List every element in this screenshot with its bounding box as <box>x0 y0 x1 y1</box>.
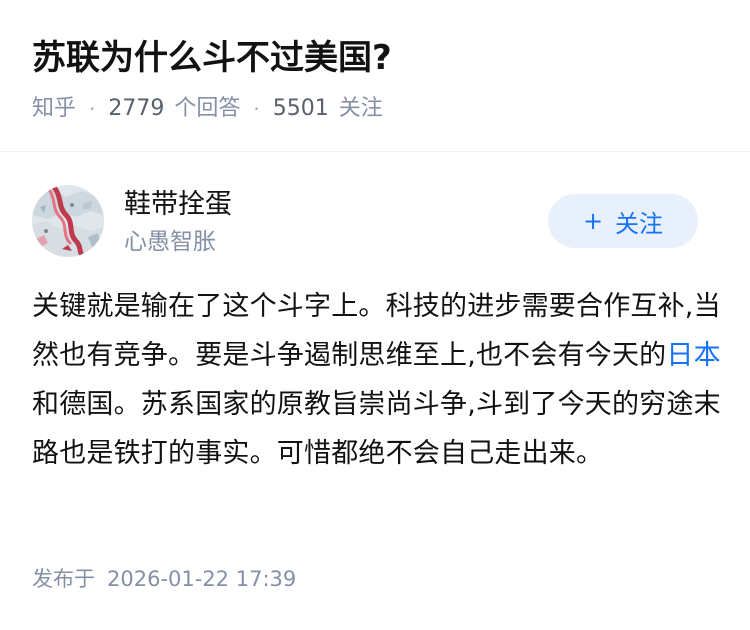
publish-label: 发布于 <box>32 567 95 591</box>
answer-text-part1: 关键就是输在了这个斗字上。科技的进步需要合作互补,当然也有竞争。要是斗争遏制思维… <box>32 291 721 371</box>
map-avatar-icon <box>32 185 104 257</box>
follower-count-label: 关注 <box>338 96 383 121</box>
follow-button-label: 关注 <box>615 209 664 238</box>
answer-count-label: 个回答 <box>174 96 241 121</box>
publish-time: 2026-01-22 17:39 <box>107 567 297 591</box>
answer-text-part2: 和德国。苏系国家的原教旨崇尚斗争,斗到了今天的穷途末路也是铁打的事实。可惜都绝不… <box>32 389 721 469</box>
header-divider <box>0 151 750 152</box>
answer-author-row: 鞋带拴蛋 心愚智胀 + 关注 <box>0 160 750 280</box>
follower-count: 5501 <box>272 96 329 121</box>
answer-content: 关键就是输在了这个斗字上。科技的进步需要合作互补,当然也有竞争。要是斗争遏制思维… <box>32 282 722 478</box>
japan-link[interactable]: 日本 <box>666 340 720 371</box>
follow-button[interactable]: + 关注 <box>548 194 698 248</box>
answer-count: 2779 <box>108 96 165 121</box>
publish-info: 发布于 2026-01-22 17:39 <box>32 562 296 596</box>
question-header: 苏联为什么斗不过美国? 知乎 · 2779 个回答 · 5501 关注 <box>0 0 750 150</box>
plus-icon: + <box>582 207 604 235</box>
question-title[interactable]: 苏联为什么斗不过美国? <box>32 34 392 82</box>
meta-separator: · <box>253 97 260 121</box>
author-bio: 心愚智胀 <box>124 229 216 255</box>
author-name[interactable]: 鞋带拴蛋 <box>124 187 232 223</box>
source-label[interactable]: 知乎 <box>32 92 76 126</box>
question-meta: 知乎 · 2779 个回答 · 5501 关注 <box>32 92 383 126</box>
meta-separator: · <box>89 97 96 121</box>
author-avatar[interactable] <box>32 185 104 257</box>
